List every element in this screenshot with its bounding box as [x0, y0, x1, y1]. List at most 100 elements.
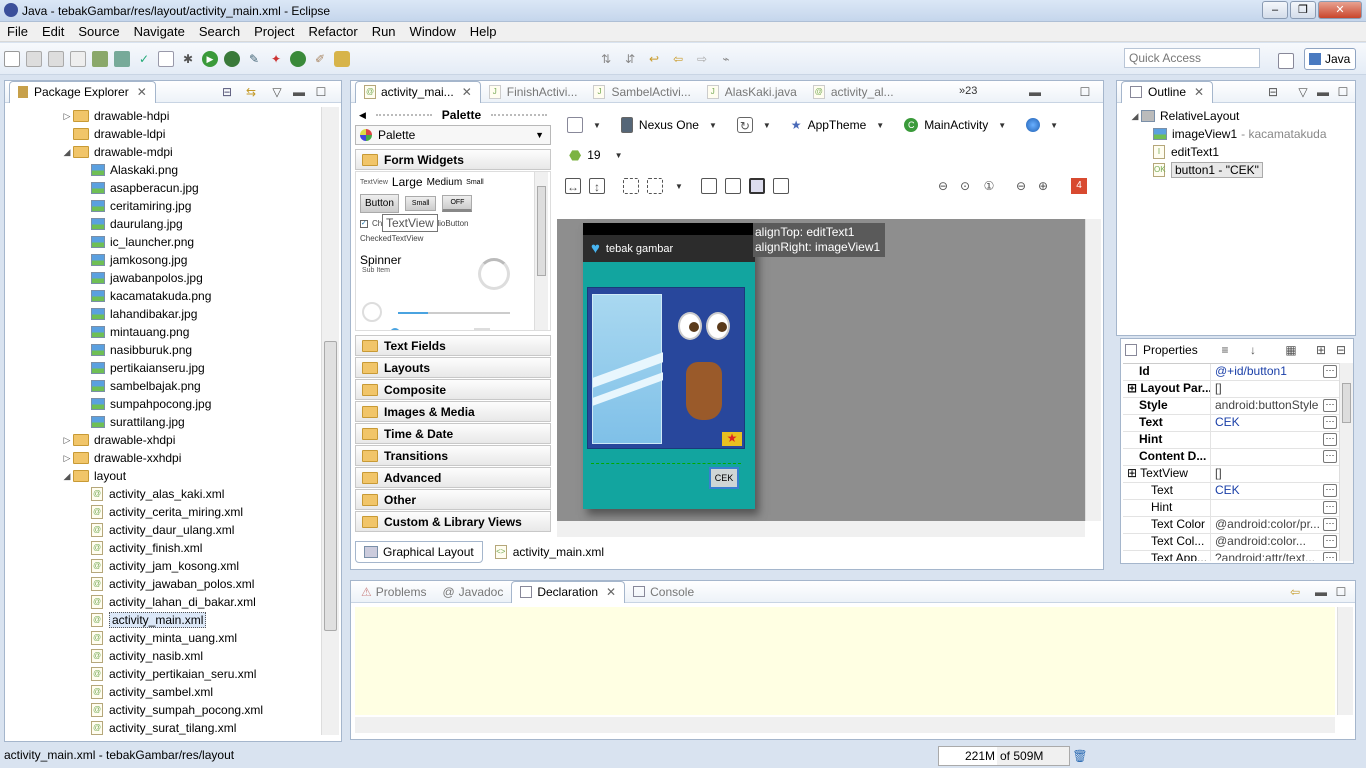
- package-explorer-tab[interactable]: Package Explorer ✕: [9, 80, 156, 103]
- show-advanced-icon[interactable]: ≡: [1217, 342, 1233, 358]
- close-tab-icon[interactable]: ✕: [462, 85, 472, 99]
- menu-navigate[interactable]: Navigate: [127, 22, 192, 39]
- save-icon[interactable]: [26, 51, 42, 67]
- property-row[interactable]: Id @+id/button1 ···: [1123, 364, 1339, 381]
- open-declaration-icon[interactable]: ⇦: [1287, 584, 1303, 600]
- tab-javadoc[interactable]: @ Javadoc: [434, 581, 511, 603]
- coverage-icon[interactable]: ✎: [246, 51, 262, 67]
- menu-file[interactable]: File: [0, 22, 35, 39]
- open-task-icon[interactable]: [334, 51, 350, 67]
- heap-status[interactable]: 221M of 509M: [938, 746, 1070, 766]
- tree-item[interactable]: @ activity_jawaban_polos.xml: [5, 575, 321, 593]
- margins-icon[interactable]: [772, 178, 789, 194]
- property-row[interactable]: Style android:buttonStyle ···: [1123, 398, 1339, 415]
- property-row[interactable]: ⊞ TextView[]: [1123, 466, 1339, 483]
- tab-graphical-layout[interactable]: Graphical Layout: [355, 541, 483, 563]
- menu-project[interactable]: Project: [247, 22, 301, 39]
- property-value[interactable]: ?android:attr/text...: [1211, 551, 1321, 561]
- tree-item[interactable]: @ activity_surat_tilang.xml: [5, 719, 321, 737]
- avd-manager-icon[interactable]: [114, 51, 130, 67]
- toggle-fill-width-icon[interactable]: ↔: [565, 178, 581, 194]
- palette-cat-composite[interactable]: Composite: [355, 379, 551, 400]
- tree-item[interactable]: @ activity_alas_kaki.xml: [5, 485, 321, 503]
- lint-icon[interactable]: ✓: [136, 51, 152, 67]
- widget-large-text[interactable]: Large: [392, 175, 423, 189]
- property-value[interactable]: @android:color/pr...: [1211, 517, 1321, 533]
- device-selector[interactable]: Nexus One: [639, 118, 699, 132]
- new-android-icon[interactable]: [158, 51, 174, 67]
- outline-filter-icon[interactable]: ⊟: [1265, 84, 1281, 100]
- tree-item[interactable]: daurulang.jpg: [5, 215, 321, 233]
- palette-cat-transitions[interactable]: Transitions: [355, 445, 551, 466]
- debug-icon[interactable]: ✱: [180, 51, 196, 67]
- property-edit-button[interactable]: ···: [1323, 450, 1337, 463]
- widget-toggle-button[interactable]: OFF: [442, 195, 473, 212]
- collapsed-arrow-icon[interactable]: ▷: [61, 111, 73, 122]
- tab-console[interactable]: Console: [625, 581, 702, 603]
- property-edit-button[interactable]: ···: [1323, 365, 1337, 378]
- close-button[interactable]: ✕: [1318, 1, 1362, 19]
- tab-alaskaki-java[interactable]: J AlasKaki.java: [699, 81, 805, 103]
- tree-item[interactable]: ▷ drawable-xhdpi: [5, 431, 321, 449]
- property-edit-button[interactable]: ···: [1323, 484, 1337, 497]
- palette-cat-other[interactable]: Other: [355, 489, 551, 510]
- minimize-view-icon[interactable]: ▬: [291, 84, 307, 100]
- property-edit-button[interactable]: ···: [1323, 535, 1337, 548]
- widget-small-button[interactable]: Small: [404, 196, 437, 211]
- tree-item[interactable]: @ activity_cerita_miring.xml: [5, 503, 321, 521]
- more-tabs-button[interactable]: »23: [959, 85, 977, 97]
- java-perspective-button[interactable]: Java: [1304, 48, 1356, 70]
- property-value[interactable]: [1211, 500, 1321, 516]
- new-icon[interactable]: [4, 51, 20, 67]
- property-row[interactable]: ⊞ Layout Par...[]: [1123, 381, 1339, 398]
- tree-item[interactable]: sumpahpocong.jpg: [5, 395, 321, 413]
- outline-imageview1[interactable]: imageView1- kacamatakuda: [1129, 125, 1355, 143]
- property-edit-button[interactable]: ···: [1323, 433, 1337, 446]
- palette-dropdown[interactable]: Palette ▼: [355, 125, 551, 145]
- widget-button[interactable]: Button: [360, 194, 399, 213]
- property-edit-button[interactable]: ···: [1323, 399, 1337, 412]
- outline-relativelayout[interactable]: ◢ RelativeLayout: [1129, 107, 1355, 125]
- tree-item[interactable]: pertikaianseru.jpg: [5, 359, 321, 377]
- tree-item[interactable]: nasibburuk.png: [5, 341, 321, 359]
- tab-finish-activity[interactable]: J FinishActivi...: [481, 81, 586, 103]
- palette-cat-images-media[interactable]: Images & Media: [355, 401, 551, 422]
- layout-width-icon[interactable]: [700, 178, 717, 194]
- palette-cat-text-fields[interactable]: Text Fields: [355, 335, 551, 356]
- tree-item[interactable]: asapberacun.jpg: [5, 179, 321, 197]
- palette-collapse-icon[interactable]: ◀: [359, 110, 366, 121]
- maximize-view-icon[interactable]: ☐: [1333, 584, 1349, 600]
- property-row[interactable]: Text App... ?android:attr/text... ···: [1123, 551, 1339, 561]
- maximize-view-icon[interactable]: ☐: [313, 84, 329, 100]
- layout-canvas[interactable]: ♥ tebak gambar ★ CEK alignTop: editText1…: [557, 219, 1085, 521]
- locale-globe-icon[interactable]: [1026, 118, 1041, 132]
- maximize-view-icon[interactable]: ☐: [1335, 84, 1351, 100]
- tree-item[interactable]: Alaskaki.png: [5, 161, 321, 179]
- tab-activity-main[interactable]: @ activity_mai... ✕: [355, 80, 481, 103]
- prev-annotation-icon[interactable]: ⇵: [622, 51, 638, 67]
- back-icon[interactable]: ⇦: [670, 51, 686, 67]
- widget-small-text[interactable]: Small: [466, 179, 484, 186]
- palette-scrollbar[interactable]: [534, 172, 548, 330]
- search-tool-icon[interactable]: ✐: [312, 51, 328, 67]
- widget-progressbar[interactable]: [398, 312, 510, 314]
- widget-seekbar-thumb[interactable]: [390, 328, 400, 330]
- expanded-arrow-icon[interactable]: ◢: [61, 147, 73, 158]
- select-parent-icon[interactable]: [623, 178, 639, 194]
- pin-editor-icon[interactable]: ⌁: [718, 51, 734, 67]
- open-perspective-icon[interactable]: [1278, 53, 1294, 69]
- minimize-view-icon[interactable]: ▬: [1313, 584, 1329, 600]
- property-value[interactable]: [1211, 432, 1321, 448]
- collapsed-arrow-icon[interactable]: ▷: [61, 453, 73, 464]
- widget-progress-small[interactable]: [362, 302, 382, 322]
- outline-tab[interactable]: Outline ✕: [1121, 80, 1214, 103]
- property-value[interactable]: []: [1211, 466, 1339, 482]
- outline-edittext1[interactable]: IeditText1: [1129, 143, 1355, 161]
- widget-quickcontact[interactable]: [474, 328, 490, 330]
- menu-help[interactable]: Help: [463, 22, 504, 39]
- tree-item[interactable]: @ activity_minta_uang.xml: [5, 629, 321, 647]
- collapse-all-icon[interactable]: ⊟: [1333, 342, 1349, 358]
- declaration-hscroll[interactable]: [355, 717, 1335, 733]
- property-edit-button[interactable]: ···: [1323, 416, 1337, 429]
- link-editor-icon[interactable]: ⇆: [243, 84, 259, 100]
